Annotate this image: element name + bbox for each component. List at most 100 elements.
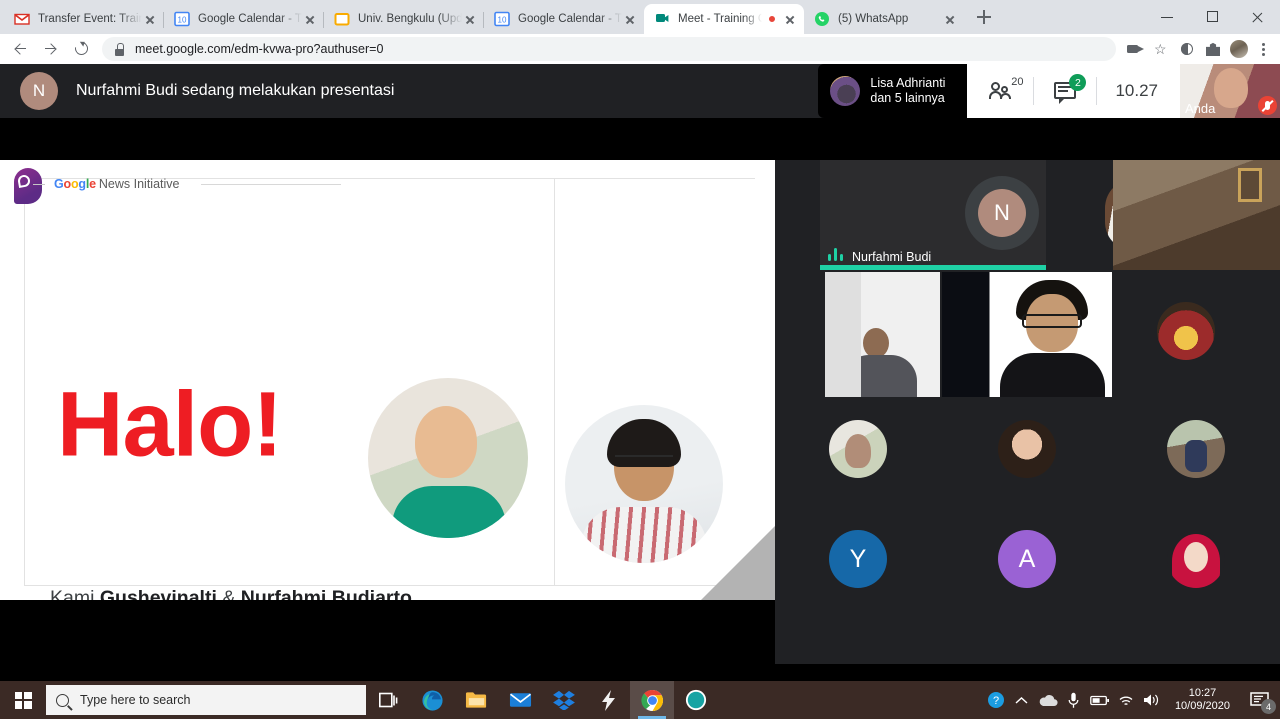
participant-initial: N — [978, 189, 1026, 237]
participant-others: dan 5 lainnya — [870, 91, 945, 105]
browser-tab-6[interactable]: (5) WhatsApp — [804, 4, 964, 34]
close-icon[interactable] — [782, 11, 798, 27]
dropbox-icon[interactable] — [542, 681, 586, 719]
file-explorer-icon[interactable] — [454, 681, 498, 719]
search-input[interactable]: Type here to search — [46, 685, 366, 715]
reading-list-icon[interactable] — [1174, 36, 1200, 62]
windows-taskbar: Type here to search ? 10:27 10/09/2020 4 — [0, 681, 1280, 719]
onedrive-icon[interactable] — [1035, 681, 1061, 719]
presenter-status-text: Nurfahmi Budi sedang melakukan presentas… — [76, 82, 395, 99]
reload-button[interactable] — [66, 34, 96, 64]
presentation-stage: Google News Initiative Halo! Kami Gushev… — [0, 160, 775, 664]
avatar — [1157, 302, 1215, 360]
chrome-icon[interactable] — [630, 681, 674, 719]
extensions-puzzle-icon[interactable] — [1200, 36, 1226, 62]
show-hidden-icons-chevron[interactable] — [1009, 681, 1035, 719]
maximize-button[interactable] — [1190, 0, 1235, 34]
avatar — [1238, 168, 1262, 202]
meet-app: N Nurfahmi Budi sedang melakukan present… — [0, 64, 1280, 681]
chrome-menu-icon[interactable] — [1252, 36, 1274, 62]
speaking-indicator-icon — [828, 247, 846, 261]
windows-logo-icon — [14, 691, 32, 709]
task-view-icon[interactable] — [366, 681, 410, 719]
volume-icon[interactable] — [1139, 681, 1165, 719]
presenter-status: N Nurfahmi Budi sedang melakukan present… — [20, 72, 394, 110]
notification-badge: 4 — [1261, 699, 1276, 714]
close-icon[interactable] — [302, 11, 318, 27]
wifi-icon[interactable] — [1113, 681, 1139, 719]
people-count: 20 — [1011, 76, 1024, 88]
profile-avatar[interactable] — [1226, 36, 1252, 62]
participants-summary[interactable]: Lisa Adhrianti dan 5 lainnya — [818, 64, 968, 118]
new-tab-button[interactable] — [970, 3, 998, 31]
slide-body-text: Kami Gushevinalti & Nurfahmi Budiarto Tr… — [50, 584, 412, 600]
window-controls — [1145, 0, 1280, 34]
self-view-tile[interactable]: Anda — [1180, 64, 1280, 118]
participant-tile-6[interactable] — [1112, 272, 1280, 397]
edge-icon[interactable] — [410, 681, 454, 719]
browser-tab-3[interactable]: Univ. Bengkulu (Update — [323, 4, 484, 34]
participant-grid: N Nurfahmi Budi Y A — [775, 160, 1280, 664]
tab-title: Transfer Event: Training — [38, 13, 142, 25]
participants-summary-text: Lisa Adhrianti dan 5 lainnya — [870, 76, 945, 106]
lightning-icon[interactable] — [586, 681, 630, 719]
participant-tile-8[interactable] — [942, 400, 1112, 510]
slide-brand: Google News Initiative — [33, 177, 342, 191]
participant-tile-10[interactable]: Y — [775, 512, 942, 622]
participant-name: Lisa Adhrianti — [870, 76, 946, 90]
close-icon[interactable] — [142, 11, 158, 27]
svg-text:10: 10 — [178, 16, 187, 25]
browser-tab-1[interactable]: Transfer Event: Training — [4, 4, 164, 34]
close-window-button[interactable] — [1235, 0, 1280, 34]
speaking-bar — [820, 265, 1046, 270]
whatsapp-icon — [814, 11, 830, 27]
participant-tile-5[interactable] — [942, 272, 1112, 397]
tab-title: Univ. Bengkulu (Update — [358, 13, 462, 25]
mail-icon[interactable] — [498, 681, 542, 719]
avatar — [825, 272, 861, 397]
participant-tile-7[interactable] — [775, 400, 942, 510]
recording-indicator-icon — [767, 14, 777, 24]
mic-muted-icon — [1258, 96, 1277, 115]
close-icon[interactable] — [942, 11, 958, 27]
participant-tile-11[interactable]: A — [942, 512, 1112, 622]
divider — [201, 183, 342, 185]
bookmark-star-icon[interactable]: ☆ — [1148, 36, 1174, 62]
battery-icon[interactable] — [1087, 681, 1113, 719]
camera-icon[interactable] — [1122, 36, 1148, 62]
participant-tile-featured[interactable]: N Nurfahmi Budi — [820, 160, 1046, 270]
help-icon[interactable]: ? — [983, 681, 1009, 719]
presented-slide[interactable]: Google News Initiative Halo! Kami Gushev… — [0, 160, 775, 600]
notification-center-button[interactable]: 4 — [1240, 681, 1280, 719]
participant-tile-9[interactable] — [1112, 400, 1280, 510]
url-input[interactable]: meet.google.com/edm-kvwa-pro?authuser=0 — [102, 37, 1116, 61]
people-button[interactable]: 20 — [971, 64, 1033, 118]
browser-tab-4[interactable]: 10 Google Calendar - Thur — [483, 4, 644, 34]
avatar — [829, 420, 887, 478]
slide-photo-presenter-2 — [565, 405, 723, 563]
slide-photo-presenter-1 — [368, 378, 528, 538]
taskbar-clock[interactable]: 10:27 10/09/2020 — [1165, 687, 1240, 713]
avatar — [1214, 68, 1248, 108]
back-button[interactable] — [6, 34, 36, 64]
participant-tile-4[interactable] — [825, 272, 940, 397]
microphone-icon[interactable] — [1061, 681, 1087, 719]
slide-name-one: Gushevinalti — [99, 587, 217, 600]
tab-title: Meet - Training Cel — [678, 13, 762, 25]
chat-button[interactable]: 2 — [1034, 64, 1096, 118]
participant-tile-3[interactable] — [1113, 160, 1280, 270]
close-icon[interactable] — [462, 11, 478, 27]
app-icon[interactable] — [674, 681, 718, 719]
forward-button[interactable] — [36, 34, 66, 64]
clock-time: 10:27 — [1188, 687, 1217, 699]
avatar — [1167, 420, 1225, 478]
close-icon[interactable] — [622, 11, 638, 27]
system-tray: ? 10:27 10/09/2020 4 — [983, 681, 1280, 719]
browser-tab-2[interactable]: 10 Google Calendar - Thur — [163, 4, 324, 34]
participant-tile-12[interactable] — [1112, 512, 1280, 622]
minimize-button[interactable] — [1145, 0, 1190, 34]
slide-corner-fold — [701, 526, 775, 600]
browser-tab-5-meet[interactable]: Meet - Training Cel — [644, 4, 804, 34]
tab-title: Google Calendar - Thur — [198, 13, 302, 25]
start-button[interactable] — [0, 681, 46, 719]
